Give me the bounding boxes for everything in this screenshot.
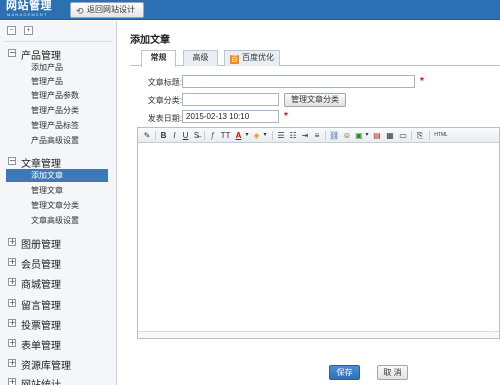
- sidebar-item-article-advanced[interactable]: 文章高级设置: [31, 215, 79, 226]
- refresh-icon: ⟲: [76, 6, 84, 16]
- toolbar-separator: [272, 131, 273, 140]
- collapse-icon[interactable]: −: [8, 157, 16, 165]
- expand-icon[interactable]: +: [8, 258, 16, 266]
- page-title: 添加文章: [130, 35, 170, 46]
- toolbar-separator: [204, 131, 205, 140]
- required-mark: *: [420, 76, 424, 87]
- tab-strip: 常规 高级 百百度优化: [130, 50, 500, 67]
- sidebar-group-title: 会员管理: [21, 260, 61, 271]
- toolbar-separator: [325, 131, 326, 140]
- sidebar-group-title: 图册管理: [21, 240, 61, 251]
- italic-button[interactable]: I: [170, 130, 179, 141]
- eraser-icon[interactable]: ✎: [142, 130, 152, 141]
- sidebar-item-label: 添加文章: [31, 171, 63, 180]
- chevron-down-icon[interactable]: ▾: [364, 130, 370, 141]
- editor-toolbar: ✎ B I U S̶ ƒ TT A ▾ ◈ ▾ ☰ ☷ ⇥ ≡ ⛓ ☺ ▣ ▾ …: [138, 128, 499, 143]
- collapse-icon[interactable]: −: [8, 49, 16, 57]
- sidebar-divider: [4, 41, 113, 42]
- sidebar-group-title: 商城管理: [21, 280, 61, 291]
- tab-general[interactable]: 常规: [141, 50, 176, 67]
- tab-baidu-seo[interactable]: 百百度优化: [224, 50, 280, 66]
- date-label: 发表日期:: [147, 114, 182, 123]
- sidebar-item-product-params[interactable]: 管理产品参数: [31, 90, 79, 101]
- sidebar-item-article-categories[interactable]: 管理文章分类: [31, 200, 79, 211]
- toolbar-separator: [155, 131, 156, 140]
- expand-icon[interactable]: +: [8, 319, 16, 327]
- sidebar-group-title: 网站统计: [21, 376, 61, 385]
- paste-icon[interactable]: ⎘: [415, 130, 425, 141]
- required-mark: *: [284, 111, 288, 122]
- unordered-list-icon[interactable]: ☷: [288, 130, 298, 141]
- horizontal-rule-icon[interactable]: ▭: [398, 130, 408, 141]
- sidebar-group-title: 文章管理: [21, 159, 61, 170]
- strikethrough-icon[interactable]: S̶: [192, 130, 201, 141]
- sidebar: − + − 产品管理 添加产品 管理产品 管理产品参数 管理产品分类 管理产品标…: [0, 21, 117, 385]
- manage-article-categories-button[interactable]: 管理文章分类: [284, 93, 346, 107]
- top-bar: 网站管理 MANAGEMENT ⟲ 返回网站设计: [0, 0, 500, 20]
- font-size-button[interactable]: TT: [220, 130, 231, 141]
- indent-icon[interactable]: ⇥: [300, 130, 310, 141]
- collapse-all-icon[interactable]: −: [7, 26, 16, 35]
- html-source-button[interactable]: HTML: [433, 130, 449, 141]
- expand-icon[interactable]: +: [8, 238, 16, 246]
- ordered-list-icon[interactable]: ☰: [276, 130, 286, 141]
- sidebar-item-manage-articles[interactable]: 管理文章: [31, 185, 63, 196]
- app-logo-subtitle: MANAGEMENT: [7, 12, 48, 17]
- tab-advanced[interactable]: 高级: [183, 50, 218, 66]
- save-button[interactable]: 保存: [329, 365, 360, 380]
- baidu-icon: 百: [230, 55, 239, 64]
- font-color-button[interactable]: A: [234, 130, 243, 141]
- title-input[interactable]: [182, 75, 415, 88]
- underline-button[interactable]: U: [181, 130, 190, 141]
- title-label: 文章标题:: [147, 78, 182, 87]
- sidebar-group-title: 表单管理: [21, 341, 61, 352]
- font-family-icon[interactable]: ƒ: [208, 130, 217, 141]
- sidebar-item-product-tags[interactable]: 管理产品标签: [31, 120, 79, 131]
- back-to-site-design-button[interactable]: ⟲ 返回网站设计: [70, 2, 144, 18]
- sidebar-item-product-categories[interactable]: 管理产品分类: [31, 105, 79, 116]
- back-to-site-design-label: 返回网站设计: [87, 5, 135, 14]
- expand-icon[interactable]: +: [8, 299, 16, 307]
- sidebar-group-title: 投票管理: [21, 321, 61, 332]
- table-icon[interactable]: ▦: [385, 130, 395, 141]
- expand-icon[interactable]: +: [8, 278, 16, 286]
- sidebar-item-manage-products[interactable]: 管理产品: [31, 76, 63, 87]
- sidebar-group-title: 产品管理: [21, 51, 61, 62]
- chevron-down-icon[interactable]: ▾: [244, 130, 250, 141]
- rich-text-editor[interactable]: ✎ B I U S̶ ƒ TT A ▾ ◈ ▾ ☰ ☷ ⇥ ≡ ⛓ ☺ ▣ ▾ …: [137, 127, 500, 339]
- emoticon-icon[interactable]: ☺: [342, 130, 352, 141]
- flash-icon[interactable]: ▤: [372, 130, 382, 141]
- link-icon[interactable]: ⛓: [329, 130, 339, 141]
- sidebar-item-add-product[interactable]: 添加产品: [31, 62, 63, 73]
- main-content: 添加文章 常规 高级 百百度优化 文章标题: * 文章分类: 管理文章分类 发表…: [118, 21, 500, 385]
- toolbar-separator: [429, 131, 430, 140]
- chevron-down-icon[interactable]: ▾: [262, 130, 268, 141]
- align-icon[interactable]: ≡: [312, 130, 322, 141]
- cancel-button[interactable]: 取 消: [377, 365, 408, 380]
- image-icon[interactable]: ▣: [354, 130, 364, 141]
- expand-icon[interactable]: +: [8, 378, 16, 385]
- category-select[interactable]: [182, 93, 279, 106]
- highlight-color-icon[interactable]: ◈: [252, 130, 261, 141]
- sidebar-group-title: 留言管理: [21, 301, 61, 312]
- date-input[interactable]: 2015-02-13 10:10: [182, 110, 279, 123]
- expand-icon[interactable]: +: [8, 339, 16, 347]
- expand-all-icon[interactable]: +: [24, 26, 33, 35]
- bold-button[interactable]: B: [159, 130, 168, 141]
- sidebar-group-title: 资源库管理: [21, 361, 71, 372]
- sidebar-item-product-advanced[interactable]: 产品高级设置: [31, 135, 79, 146]
- editor-status-bar: [138, 331, 499, 338]
- expand-icon[interactable]: +: [8, 359, 16, 367]
- sidebar-item-add-article[interactable]: 添加文章: [6, 169, 108, 182]
- app-logo: 网站管理: [6, 0, 52, 12]
- toolbar-separator: [411, 131, 412, 140]
- category-label: 文章分类:: [147, 96, 182, 105]
- tab-label: 百度优化: [242, 53, 274, 62]
